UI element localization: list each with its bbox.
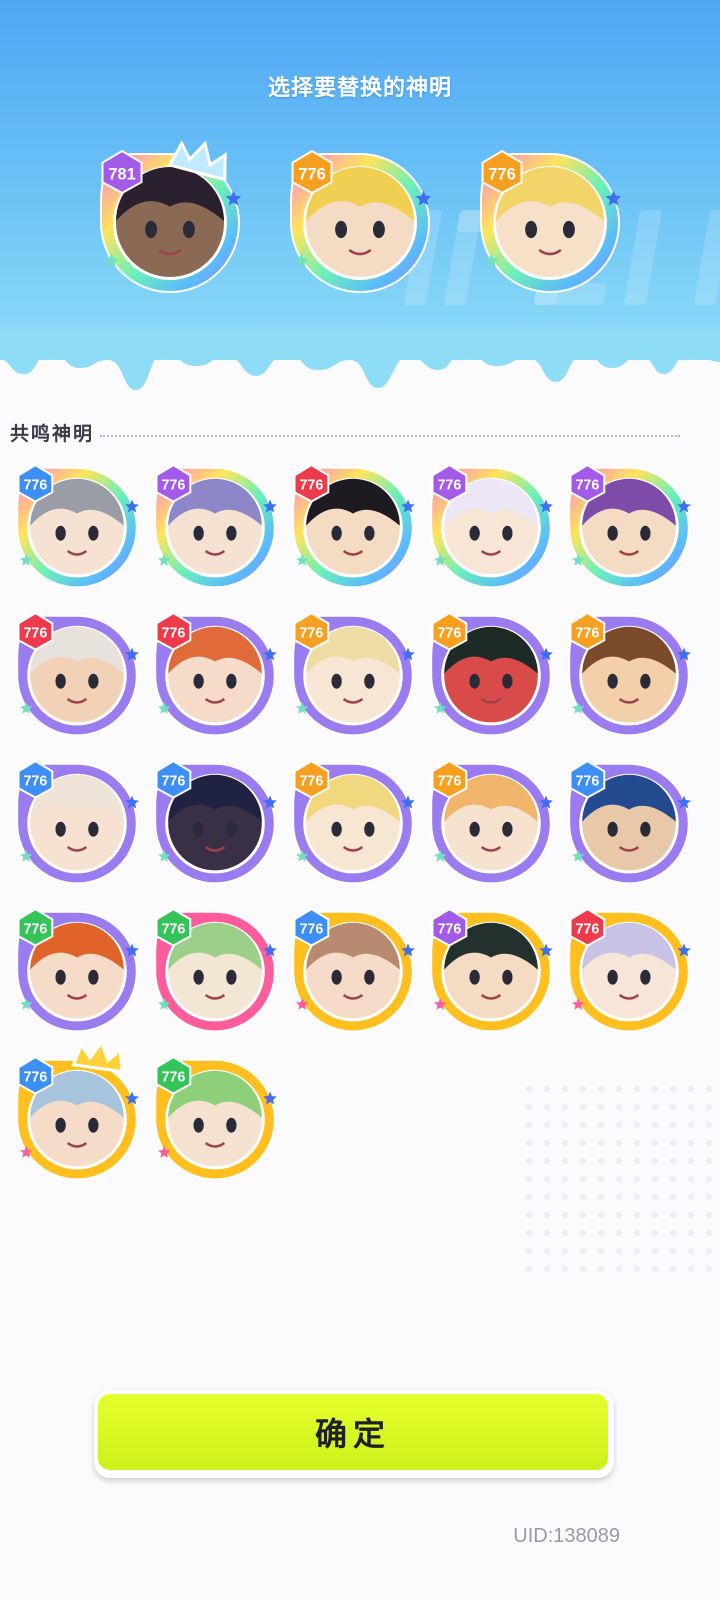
svg-text:776: 776 xyxy=(575,774,599,790)
svg-text:776: 776 xyxy=(298,165,326,183)
svg-text:776: 776 xyxy=(437,922,461,938)
svg-text:776: 776 xyxy=(161,626,185,642)
god-avatar[interactable]: 776 xyxy=(288,460,418,590)
god-avatar[interactable]: 776 xyxy=(426,904,556,1034)
god-avatar[interactable]: 776 xyxy=(12,460,142,590)
selected-god-slot[interactable]: 776 xyxy=(475,145,625,295)
god-avatar[interactable]: 776 xyxy=(150,904,280,1034)
selected-gods-row: 781 776 776 xyxy=(0,140,720,305)
confirm-button-frame: 确定 xyxy=(94,1390,614,1478)
svg-text:776: 776 xyxy=(161,922,185,938)
god-avatar[interactable]: 776 xyxy=(12,1039,142,1182)
god-avatar[interactable]: 776 xyxy=(12,608,142,738)
svg-text:776: 776 xyxy=(575,922,599,938)
header-drip-edge xyxy=(0,330,720,390)
svg-text:776: 776 xyxy=(23,1070,47,1086)
svg-text:781: 781 xyxy=(108,165,136,183)
selected-god-slot[interactable]: 776 xyxy=(285,145,435,295)
svg-text:776: 776 xyxy=(161,1070,185,1086)
svg-text:776: 776 xyxy=(299,922,323,938)
selected-god-slot[interactable]: 781 xyxy=(95,140,245,295)
god-avatar[interactable]: 776 xyxy=(426,756,556,886)
svg-text:776: 776 xyxy=(161,774,185,790)
god-avatar[interactable]: 776 xyxy=(288,904,418,1034)
svg-text:776: 776 xyxy=(299,478,323,494)
god-avatar[interactable]: 776 xyxy=(150,756,280,886)
svg-text:776: 776 xyxy=(23,922,47,938)
god-avatar[interactable]: 776 xyxy=(288,608,418,738)
god-avatar[interactable]: 776 xyxy=(564,756,694,886)
svg-text:776: 776 xyxy=(575,478,599,494)
svg-text:776: 776 xyxy=(299,626,323,642)
svg-text:776: 776 xyxy=(437,626,461,642)
god-avatar[interactable]: 776 xyxy=(12,904,142,1034)
god-avatar[interactable]: 776 xyxy=(426,460,556,590)
svg-text:776: 776 xyxy=(437,774,461,790)
svg-text:776: 776 xyxy=(488,165,516,183)
svg-text:776: 776 xyxy=(575,626,599,642)
god-avatar[interactable]: 776 xyxy=(150,608,280,738)
god-avatar[interactable]: 776 xyxy=(564,904,694,1034)
svg-text:776: 776 xyxy=(161,478,185,494)
god-avatar[interactable]: 776 xyxy=(12,756,142,886)
god-avatar[interactable]: 776 xyxy=(150,460,280,590)
gold-crown-icon xyxy=(71,1039,124,1074)
section-title: 共鸣神明 xyxy=(10,422,95,445)
god-avatar[interactable]: 776 xyxy=(564,460,694,590)
svg-text:776: 776 xyxy=(23,774,47,790)
confirm-button[interactable]: 确定 xyxy=(98,1394,608,1470)
god-avatar[interactable]: 776 xyxy=(426,608,556,738)
section-divider xyxy=(100,435,680,437)
svg-text:776: 776 xyxy=(299,774,323,790)
svg-text:776: 776 xyxy=(23,478,47,494)
page-title: 选择要替换的神明 xyxy=(267,76,452,101)
god-avatar[interactable]: 776 xyxy=(564,608,694,738)
background-dot-pattern xyxy=(520,1080,720,1280)
god-avatar[interactable]: 776 xyxy=(288,756,418,886)
svg-text:776: 776 xyxy=(23,626,47,642)
svg-text:776: 776 xyxy=(437,478,461,494)
uid-label: UID:138089 xyxy=(513,1525,620,1547)
god-avatar[interactable]: 776 xyxy=(150,1052,280,1182)
resonance-section-header: 共鸣神明 xyxy=(10,420,680,445)
